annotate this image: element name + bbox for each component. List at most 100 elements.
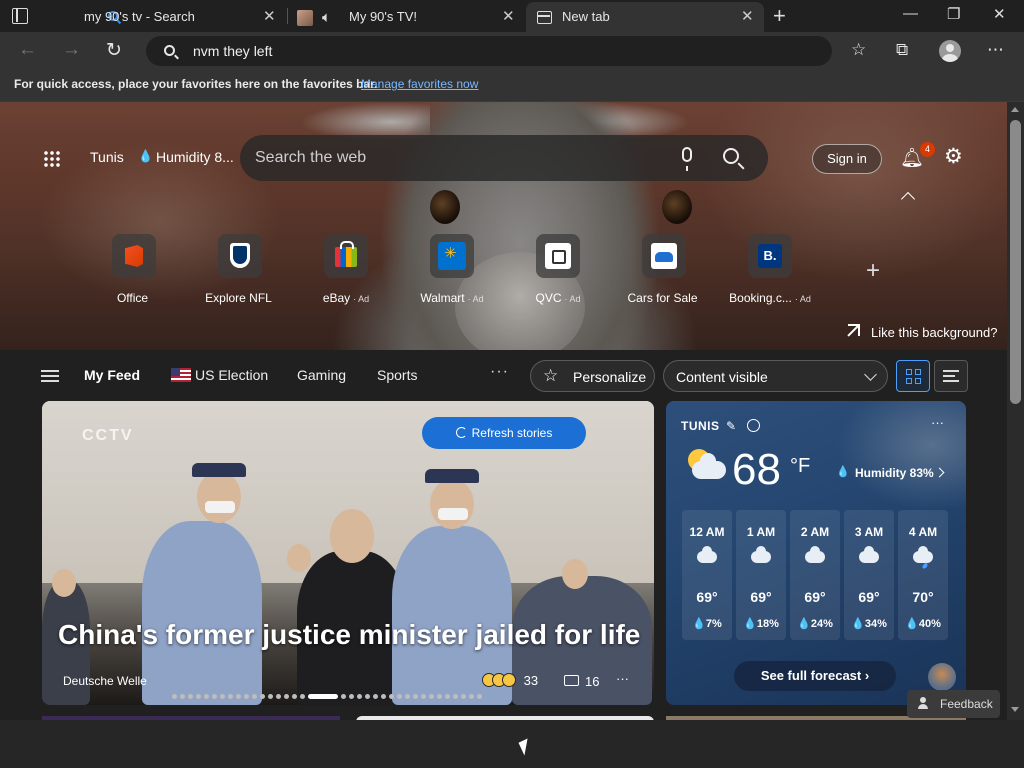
tab-sports[interactable]: Sports (377, 367, 417, 383)
carousel-dot[interactable] (172, 693, 177, 699)
carousel-dot[interactable] (204, 693, 209, 699)
tab-my-feed[interactable]: My Feed (84, 367, 140, 383)
like-background-link[interactable]: Like this background? (871, 325, 997, 340)
gear-icon[interactable]: ⚙ (944, 144, 963, 169)
comments-count[interactable]: 16 (585, 674, 599, 689)
list-view-button[interactable] (934, 360, 968, 392)
carousel-dot[interactable] (469, 693, 474, 699)
web-search-box[interactable]: Search the web (240, 135, 768, 181)
carousel-dot[interactable] (212, 693, 217, 699)
scroll-up-arrow-icon[interactable] (1011, 107, 1019, 112)
tab-us-election[interactable]: US Election (195, 367, 268, 383)
collections-icon[interactable]: ⧉ (896, 40, 908, 60)
quick-link-cars[interactable]: Cars for Sale (614, 234, 714, 305)
carousel-dot[interactable] (284, 693, 289, 699)
tab-search[interactable]: my 90's tv - Search ✕ (48, 2, 284, 32)
see-full-forecast-button[interactable]: See full forecast › (734, 661, 896, 691)
personalize-button[interactable]: ☆ Personalize (530, 360, 655, 392)
close-window-button[interactable]: ✕ (993, 5, 1006, 23)
tab-gaming[interactable]: Gaming (297, 367, 346, 383)
carousel-dot[interactable] (180, 693, 185, 699)
story-source[interactable]: Deutsche Welle (63, 674, 147, 688)
tab-close-icon[interactable]: ✕ (263, 7, 276, 25)
weather-assistant-avatar[interactable] (928, 663, 956, 691)
quick-link-ebay[interactable]: eBay · Ad (296, 234, 396, 305)
scroll-down-arrow-icon[interactable] (1011, 707, 1019, 712)
carousel-dot[interactable] (461, 693, 466, 699)
more-topics-button[interactable]: ··· (490, 363, 509, 381)
quick-link-nfl[interactable]: Explore NFL (190, 234, 290, 305)
carousel-dot[interactable] (373, 693, 378, 699)
forward-button[interactable]: → (62, 39, 81, 61)
hourly-forecast-item[interactable]: 4 AM 70° 💧40% (898, 510, 948, 640)
carousel-dot[interactable] (292, 693, 297, 699)
story-more-button[interactable]: ··· (616, 671, 629, 686)
carousel-dot[interactable] (405, 693, 410, 699)
featured-story-card[interactable]: CCTV Refresh stories China's former just… (42, 401, 654, 705)
hourly-forecast-item[interactable]: 3 AM 69° 💧34% (844, 510, 894, 640)
minimize-button[interactable]: — (903, 5, 918, 22)
reload-button[interactable]: ↻ (106, 39, 122, 62)
carousel-dot[interactable] (445, 693, 450, 699)
carousel-dot[interactable] (421, 693, 426, 699)
quick-link-walmart[interactable]: Walmart· Ad (402, 234, 502, 305)
weather-humidity[interactable]: Humidity 83% (855, 466, 934, 480)
globe-icon[interactable] (747, 419, 760, 432)
carousel-dot[interactable] (196, 693, 201, 699)
quick-link-qvc[interactable]: QVC · Ad (508, 234, 608, 305)
weather-card[interactable]: TUNIS ✎ ··· 68 °F 💧 Humidity 83% 12 AM 6… (666, 401, 966, 705)
carousel-dot[interactable] (300, 693, 305, 699)
manage-favorites-link[interactable]: Manage favorites now (361, 77, 478, 91)
tab-my-90s-tv[interactable]: 🔈︎ My 90's TV! ✕ (290, 2, 526, 32)
settings-menu-button[interactable]: ⋯ (987, 40, 1004, 60)
profile-avatar[interactable] (939, 40, 961, 62)
page-scrollbar[interactable] (1007, 102, 1024, 720)
temperature-unit[interactable]: °F (790, 455, 810, 478)
quick-link-office[interactable]: Office (84, 234, 184, 305)
tab-close-icon[interactable]: ✕ (741, 7, 754, 25)
carousel-dot[interactable] (381, 693, 386, 699)
weather-location[interactable]: Tunis (90, 149, 124, 165)
story-headline[interactable]: China's former justice minister jailed f… (58, 619, 640, 651)
carousel-dot[interactable] (252, 693, 257, 699)
app-launcher-icon[interactable] (43, 150, 61, 168)
menu-icon[interactable] (41, 370, 59, 382)
back-button[interactable]: ← (18, 39, 37, 61)
carousel-dot[interactable] (268, 693, 273, 699)
grid-view-button[interactable] (896, 360, 930, 392)
carousel-dot[interactable] (188, 693, 193, 699)
carousel-dot[interactable] (244, 693, 249, 699)
hourly-forecast-item[interactable]: 1 AM 69° 💧18% (736, 510, 786, 640)
tab-actions-icon[interactable] (12, 8, 28, 24)
hourly-forecast-item[interactable]: 2 AM 69° 💧24% (790, 510, 840, 640)
carousel-dot[interactable] (437, 693, 442, 699)
carousel-dot[interactable] (429, 693, 434, 699)
carousel-dot[interactable] (365, 693, 370, 699)
tab-close-icon[interactable]: ✕ (502, 7, 515, 25)
search-icon[interactable] (723, 148, 739, 164)
refresh-stories-button[interactable]: Refresh stories (422, 417, 586, 449)
carousel-dot[interactable] (413, 693, 418, 699)
feedback-button[interactable]: Feedback (907, 690, 1000, 718)
carousel-dot[interactable] (349, 693, 354, 699)
tab-new-tab[interactable]: New tab ✕ (526, 2, 764, 32)
add-quick-link-button[interactable]: + (866, 257, 880, 285)
carousel-dot[interactable] (260, 693, 265, 699)
weather-more-button[interactable]: ··· (931, 415, 944, 430)
expand-icon[interactable] (848, 324, 860, 336)
carousel-dot[interactable] (228, 693, 233, 699)
sign-in-button[interactable]: Sign in (812, 144, 882, 174)
carousel-dot[interactable] (276, 693, 281, 699)
address-text[interactable]: nvm they left (193, 43, 272, 59)
reactions-button[interactable]: 33 (482, 673, 538, 688)
carousel-dot[interactable] (397, 693, 402, 699)
search-placeholder[interactable]: Search the web (255, 149, 366, 167)
favorites-icon[interactable]: ☆ (851, 40, 866, 60)
scroll-thumb[interactable] (1010, 120, 1021, 404)
speaker-icon[interactable]: 🔈︎ (322, 9, 331, 26)
quick-link-booking[interactable]: B. Booking.c... · Ad (720, 234, 820, 305)
carousel-dot[interactable] (357, 693, 362, 699)
edit-location-icon[interactable]: ✎ (726, 419, 736, 433)
hourly-forecast-item[interactable]: 12 AM 69° 💧7% (682, 510, 732, 640)
new-tab-button[interactable]: + (773, 3, 786, 29)
